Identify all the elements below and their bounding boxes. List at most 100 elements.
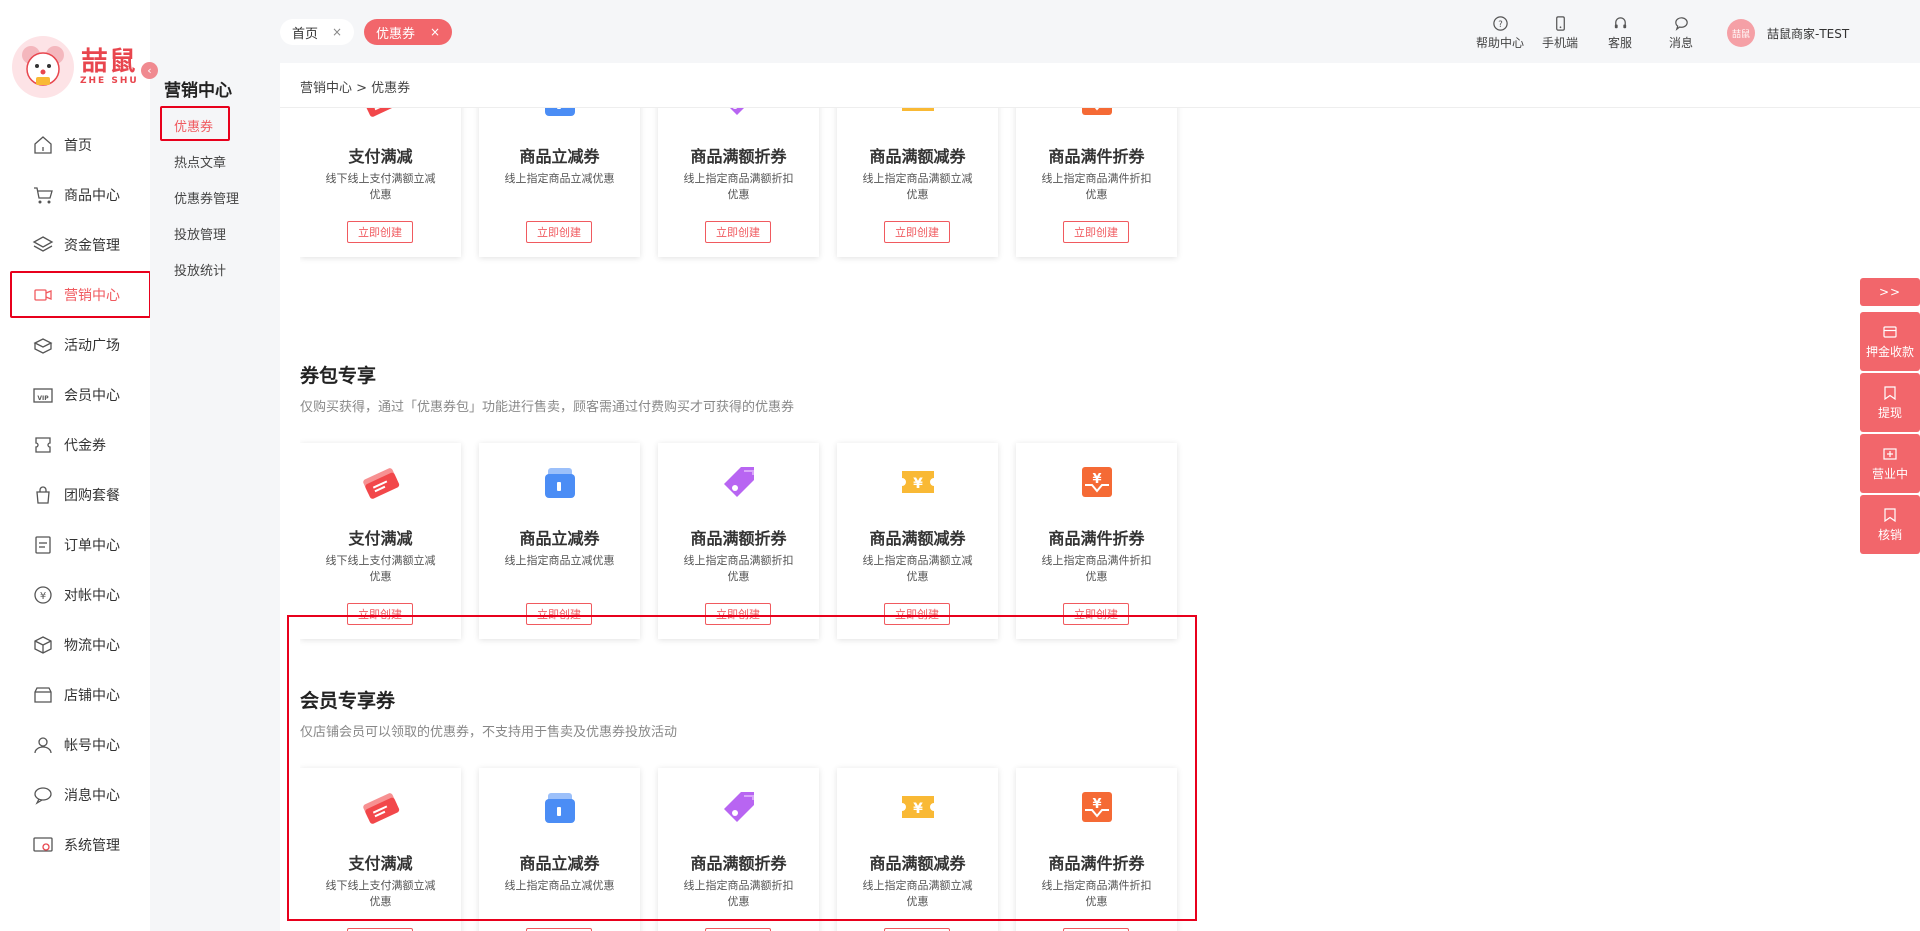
section-desc-member: 仅店铺会员可以领取的优惠券，不支持用于售卖及优惠券投放活动 <box>300 725 678 740</box>
mobile-button[interactable]: 手机端 <box>1542 14 1578 51</box>
submenu-item-hot-articles[interactable]: 热点文章 <box>174 152 226 171</box>
customer-service-button[interactable]: 客服 <box>1608 14 1632 51</box>
sidebar-item-label: 团购套餐 <box>64 488 120 504</box>
coupon-card-title: 商品满件折券 <box>1048 147 1145 166</box>
coupon-card-desc: 线上指定商品立减优惠 <box>504 879 615 892</box>
coupon-card-title: 商品满额减券 <box>869 854 966 873</box>
sidebar-item-yen[interactable]: ¥ 对帐中心 <box>0 570 150 620</box>
tab-coupon[interactable]: 优惠券 × <box>364 19 452 45</box>
sidebar-item-store[interactable]: 店铺中心 <box>0 670 150 720</box>
user-icon <box>32 734 54 756</box>
sidebar-item-label: 消息中心 <box>64 788 120 804</box>
submenu-item-delivery-management[interactable]: 投放管理 <box>174 224 226 243</box>
coupon-card-title: 支付满减 <box>348 854 413 873</box>
user-menu[interactable]: 喆鼠 喆鼠商家-TEST <box>1727 19 1849 47</box>
sidebar-item-user[interactable]: 帐号中心 <box>0 720 150 770</box>
order-icon <box>32 534 54 556</box>
create-now-button[interactable]: 立即创建 <box>347 603 413 625</box>
coupon-card-desc: 线上指定商品满额折扣优惠 <box>683 879 794 908</box>
package-icon <box>32 634 54 656</box>
yen-icon: ¥ <box>32 584 54 606</box>
yen-box-icon: ¥ <box>1077 788 1117 828</box>
sidebar-item-bag[interactable]: 团购套餐 <box>0 470 150 520</box>
tab-coupon-label: 优惠券 <box>376 26 416 42</box>
coupon-card-desc: 线上指定商品满额折扣优惠 <box>683 172 794 201</box>
user-name: 喆鼠商家-TEST <box>1767 26 1850 41</box>
coupon-card: 商品满额折券线上指定商品满额折扣优惠立即创建 <box>658 108 819 257</box>
sidebar-item-label: 物流中心 <box>64 638 120 654</box>
coupon-card-desc: 线上指定商品满额折扣优惠 <box>683 554 794 583</box>
sidebar-item-message[interactable]: 消息中心 <box>0 770 150 820</box>
main-content: 营销中心 > 优惠券 券包专享 仅购买获得，通过「优惠券包」功能进行售卖，顾客需… <box>280 63 1920 931</box>
brand-logo[interactable]: 喆鼠 ZHE SHU <box>12 36 139 98</box>
coupon-card: ¥商品满额减券线上指定商品满额立减优惠立即创建 <box>837 768 998 931</box>
coupon-card-desc: 线下线上支付满额立减优惠 <box>325 879 436 908</box>
help-center-button[interactable]: ? 帮助中心 <box>1476 14 1524 51</box>
withdraw-button[interactable]: 提现 <box>1860 373 1920 432</box>
marketing-icon <box>32 284 54 306</box>
store-icon <box>32 684 54 706</box>
sidebar-item-label: 代金券 <box>64 438 106 454</box>
coupon-card-desc: 线上指定商品立减优惠 <box>504 172 615 185</box>
sidebar-item-label: 系统管理 <box>64 838 120 854</box>
sidebar-item-voucher[interactable]: 代金券 <box>0 420 150 470</box>
mouse-logo-icon <box>12 36 74 98</box>
settings-icon <box>32 834 54 856</box>
sidebar-item-vip[interactable]: VIP 会员中心 <box>0 370 150 420</box>
messages-button[interactable]: 消息 <box>1669 14 1693 51</box>
deposit-collection-button[interactable]: 押金收款 <box>1860 312 1920 371</box>
coupon-card-title: 商品立减券 <box>519 147 600 166</box>
sidebar-item-layers[interactable]: 资金管理 <box>0 220 150 270</box>
tab-home[interactable]: 首页 × <box>280 19 354 45</box>
cart-icon <box>32 184 54 206</box>
sidebar-item-box[interactable]: 活动广场 <box>0 320 150 370</box>
svg-text:¥: ¥ <box>1092 472 1101 487</box>
svg-text:¥: ¥ <box>913 801 923 817</box>
create-now-button[interactable]: 立即创建 <box>705 603 771 625</box>
sidebar-item-home[interactable]: 首页 <box>0 120 150 170</box>
coupon-card: 支付满减线下线上支付满额立减优惠立即创建 <box>300 443 461 639</box>
bag-icon <box>32 484 54 506</box>
brand-name-en: ZHE SHU <box>80 76 139 86</box>
tab-home-close-icon[interactable]: × <box>332 25 342 39</box>
ticket-icon <box>361 108 401 121</box>
coupon-card-title: 商品满额减券 <box>869 147 966 166</box>
coupon-card: 支付满减线下线上支付满额立减优惠立即创建 <box>300 108 461 257</box>
sidebar-item-package[interactable]: 物流中心 <box>0 620 150 670</box>
create-now-button[interactable]: 立即创建 <box>347 221 413 243</box>
tag-icon <box>719 463 759 503</box>
svg-text:¥: ¥ <box>913 108 923 110</box>
submenu-item-coupon-management[interactable]: 优惠券管理 <box>174 188 239 207</box>
create-now-button[interactable]: 立即创建 <box>1063 221 1129 243</box>
ticket-icon <box>361 788 401 828</box>
create-now-button[interactable]: 立即创建 <box>884 221 950 243</box>
submenu-item-coupon[interactable]: 优惠券 <box>174 116 213 135</box>
create-now-button[interactable]: 立即创建 <box>1063 603 1129 625</box>
sidebar-item-cart[interactable]: 商品中心 <box>0 170 150 220</box>
section-title-member: 会员专享券 <box>300 690 396 712</box>
expand-panel-button[interactable]: >> <box>1860 278 1920 306</box>
create-now-button[interactable]: 立即创建 <box>526 603 592 625</box>
verify-button[interactable]: 核销 <box>1860 495 1920 554</box>
sidebar-item-marketing[interactable]: 营销中心 <box>0 270 150 320</box>
sidebar-item-settings[interactable]: 系统管理 <box>0 820 150 870</box>
top-bar: 首页 × 优惠券 × ? 帮助中心 手机端 客服 消息 喆鼠 喆鼠商家-TEST <box>280 0 1920 63</box>
layers-icon <box>32 234 54 256</box>
submenu-item-delivery-stats[interactable]: 投放统计 <box>174 260 226 279</box>
tab-coupon-close-icon[interactable]: × <box>430 25 440 39</box>
coupon-card-desc: 线上指定商品满件折扣优惠 <box>1041 554 1152 583</box>
create-now-button[interactable]: 立即创建 <box>526 221 592 243</box>
sidebar-item-order[interactable]: 订单中心 <box>0 520 150 570</box>
create-now-button[interactable]: 立即创建 <box>705 221 771 243</box>
coupon-card-title: 商品立减券 <box>519 529 600 548</box>
business-status-button[interactable]: 营业中 <box>1860 434 1920 493</box>
coupon-card: 支付满减线下线上支付满额立减优惠立即创建 <box>300 768 461 931</box>
deposit-collection-label: 押金收款 <box>1865 345 1914 359</box>
withdraw-label: 提现 <box>1877 406 1902 420</box>
sidebar-item-label: 营销中心 <box>64 288 120 304</box>
collapse-sidebar-button[interactable]: ‹ <box>141 62 158 79</box>
chat-bubble-icon <box>1672 14 1690 32</box>
svg-text:¥: ¥ <box>1092 797 1101 812</box>
create-now-button[interactable]: 立即创建 <box>884 603 950 625</box>
coupon-card-title: 商品满额折券 <box>690 529 787 548</box>
